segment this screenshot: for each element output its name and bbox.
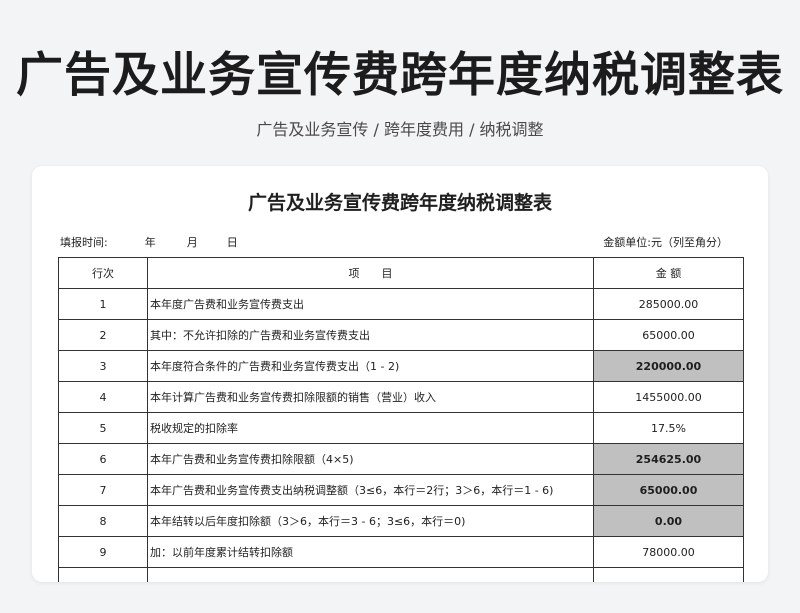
fill-time: 填报时间: 年 月 日 <box>60 234 238 250</box>
amount-cell[interactable]: 78000.00 <box>593 536 744 568</box>
row-number-cell[interactable]: 1 <box>58 288 148 320</box>
amount-cell[interactable]: 65000.00 <box>593 319 744 351</box>
table-row: 2 其中：不允许扣除的广告费和业务宣传费支出 65000.00 <box>58 319 744 351</box>
item-cell[interactable]: 本年度符合条件的广告费和业务宣传费支出（1 - 2) <box>147 350 594 382</box>
row-number-cell[interactable]: 2 <box>58 319 148 351</box>
item-cell[interactable] <box>147 567 594 582</box>
table-row: 5 税收规定的扣除率 17.5% <box>58 412 744 444</box>
item-cell[interactable]: 加：以前年度累计结转扣除额 <box>147 536 594 568</box>
table-row: 3 本年度符合条件的广告费和业务宣传费支出（1 - 2) 220000.00 <box>58 350 744 382</box>
amount-cell[interactable] <box>593 567 744 582</box>
table-row: 4 本年计算广告费和业务宣传费扣除限额的销售（营业）收入 1455000.00 <box>58 381 744 413</box>
table-row: 8 本年结转以后年度扣除额（3＞6，本行＝3 - 6；3≤6，本行＝0) 0.00 <box>58 505 744 537</box>
amount-cell[interactable]: 285000.00 <box>593 288 744 320</box>
header-row-no: 行次 <box>58 257 148 289</box>
month-label: 月 <box>186 236 198 249</box>
day-label: 日 <box>226 236 238 249</box>
row-number-cell[interactable]: 5 <box>58 412 148 444</box>
page-subtitle: 广告及业务宣传 / 跨年度费用 / 纳税调整 <box>256 120 544 139</box>
document-card: 广告及业务宣传费跨年度纳税调整表 填报时间: 年 月 日 金额单位:元（列至角分… <box>32 166 768 582</box>
row-number-cell[interactable]: 3 <box>58 350 148 382</box>
amount-cell[interactable]: 1455000.00 <box>593 381 744 413</box>
sheet-title: 广告及业务宣传费跨年度纳税调整表 <box>247 192 552 214</box>
table-row: 1 本年度广告费和业务宣传费支出 285000.00 <box>58 288 744 320</box>
row-number-cell[interactable] <box>58 567 148 582</box>
row-number-cell[interactable]: 6 <box>58 443 148 475</box>
row-number-cell[interactable]: 8 <box>58 505 148 537</box>
table-header-row: 行次 项 目 金 额 <box>58 257 744 289</box>
item-cell[interactable]: 本年结转以后年度扣除额（3＞6，本行＝3 - 6；3≤6，本行＝0) <box>147 505 594 537</box>
item-cell[interactable]: 本年广告费和业务宣传费扣除限额（4×5) <box>147 443 594 475</box>
table-row: 6 本年广告费和业务宣传费扣除限额（4×5) 254625.00 <box>58 443 744 475</box>
amount-cell[interactable]: 17.5% <box>593 412 744 444</box>
fill-time-label: 填报时间: <box>60 236 108 249</box>
tax-adjustment-table: 行次 项 目 金 额 1 本年度广告费和业务宣传费支出 285000.00 2 其中：不… <box>58 257 744 582</box>
amount-cell[interactable]: 254625.00 <box>593 443 744 475</box>
row-number-cell[interactable]: 4 <box>58 381 148 413</box>
header-item: 项 目 <box>147 257 594 289</box>
item-cell[interactable]: 本年度广告费和业务宣传费支出 <box>147 288 594 320</box>
table-row: 7 本年广告费和业务宣传费支出纳税调整额（3≤6，本行＝2行；3＞6，本行＝1 -… <box>58 474 744 506</box>
row-number-cell[interactable]: 9 <box>58 536 148 568</box>
amount-cell[interactable]: 0.00 <box>593 505 744 537</box>
table-row: 9 加：以前年度累计结转扣除额 78000.00 <box>58 536 744 568</box>
item-cell[interactable]: 本年广告费和业务宣传费支出纳税调整额（3≤6，本行＝2行；3＞6，本行＝1 - … <box>147 474 594 506</box>
row-number-cell[interactable]: 7 <box>58 474 148 506</box>
header-amount: 金 额 <box>593 257 744 289</box>
page-title: 广告及业务宣传费跨年度纳税调整表 <box>16 48 784 103</box>
item-cell[interactable]: 税收规定的扣除率 <box>147 412 594 444</box>
amount-cell[interactable]: 220000.00 <box>593 350 744 382</box>
unit-label: 金额单位:元（列至角分） <box>603 236 728 249</box>
item-cell[interactable]: 其中：不允许扣除的广告费和业务宣传费支出 <box>147 319 594 351</box>
table-row <box>58 567 744 582</box>
amount-cell[interactable]: 65000.00 <box>593 474 744 506</box>
item-cell[interactable]: 本年计算广告费和业务宣传费扣除限额的销售（营业）收入 <box>147 381 594 413</box>
year-label: 年 <box>144 236 156 249</box>
